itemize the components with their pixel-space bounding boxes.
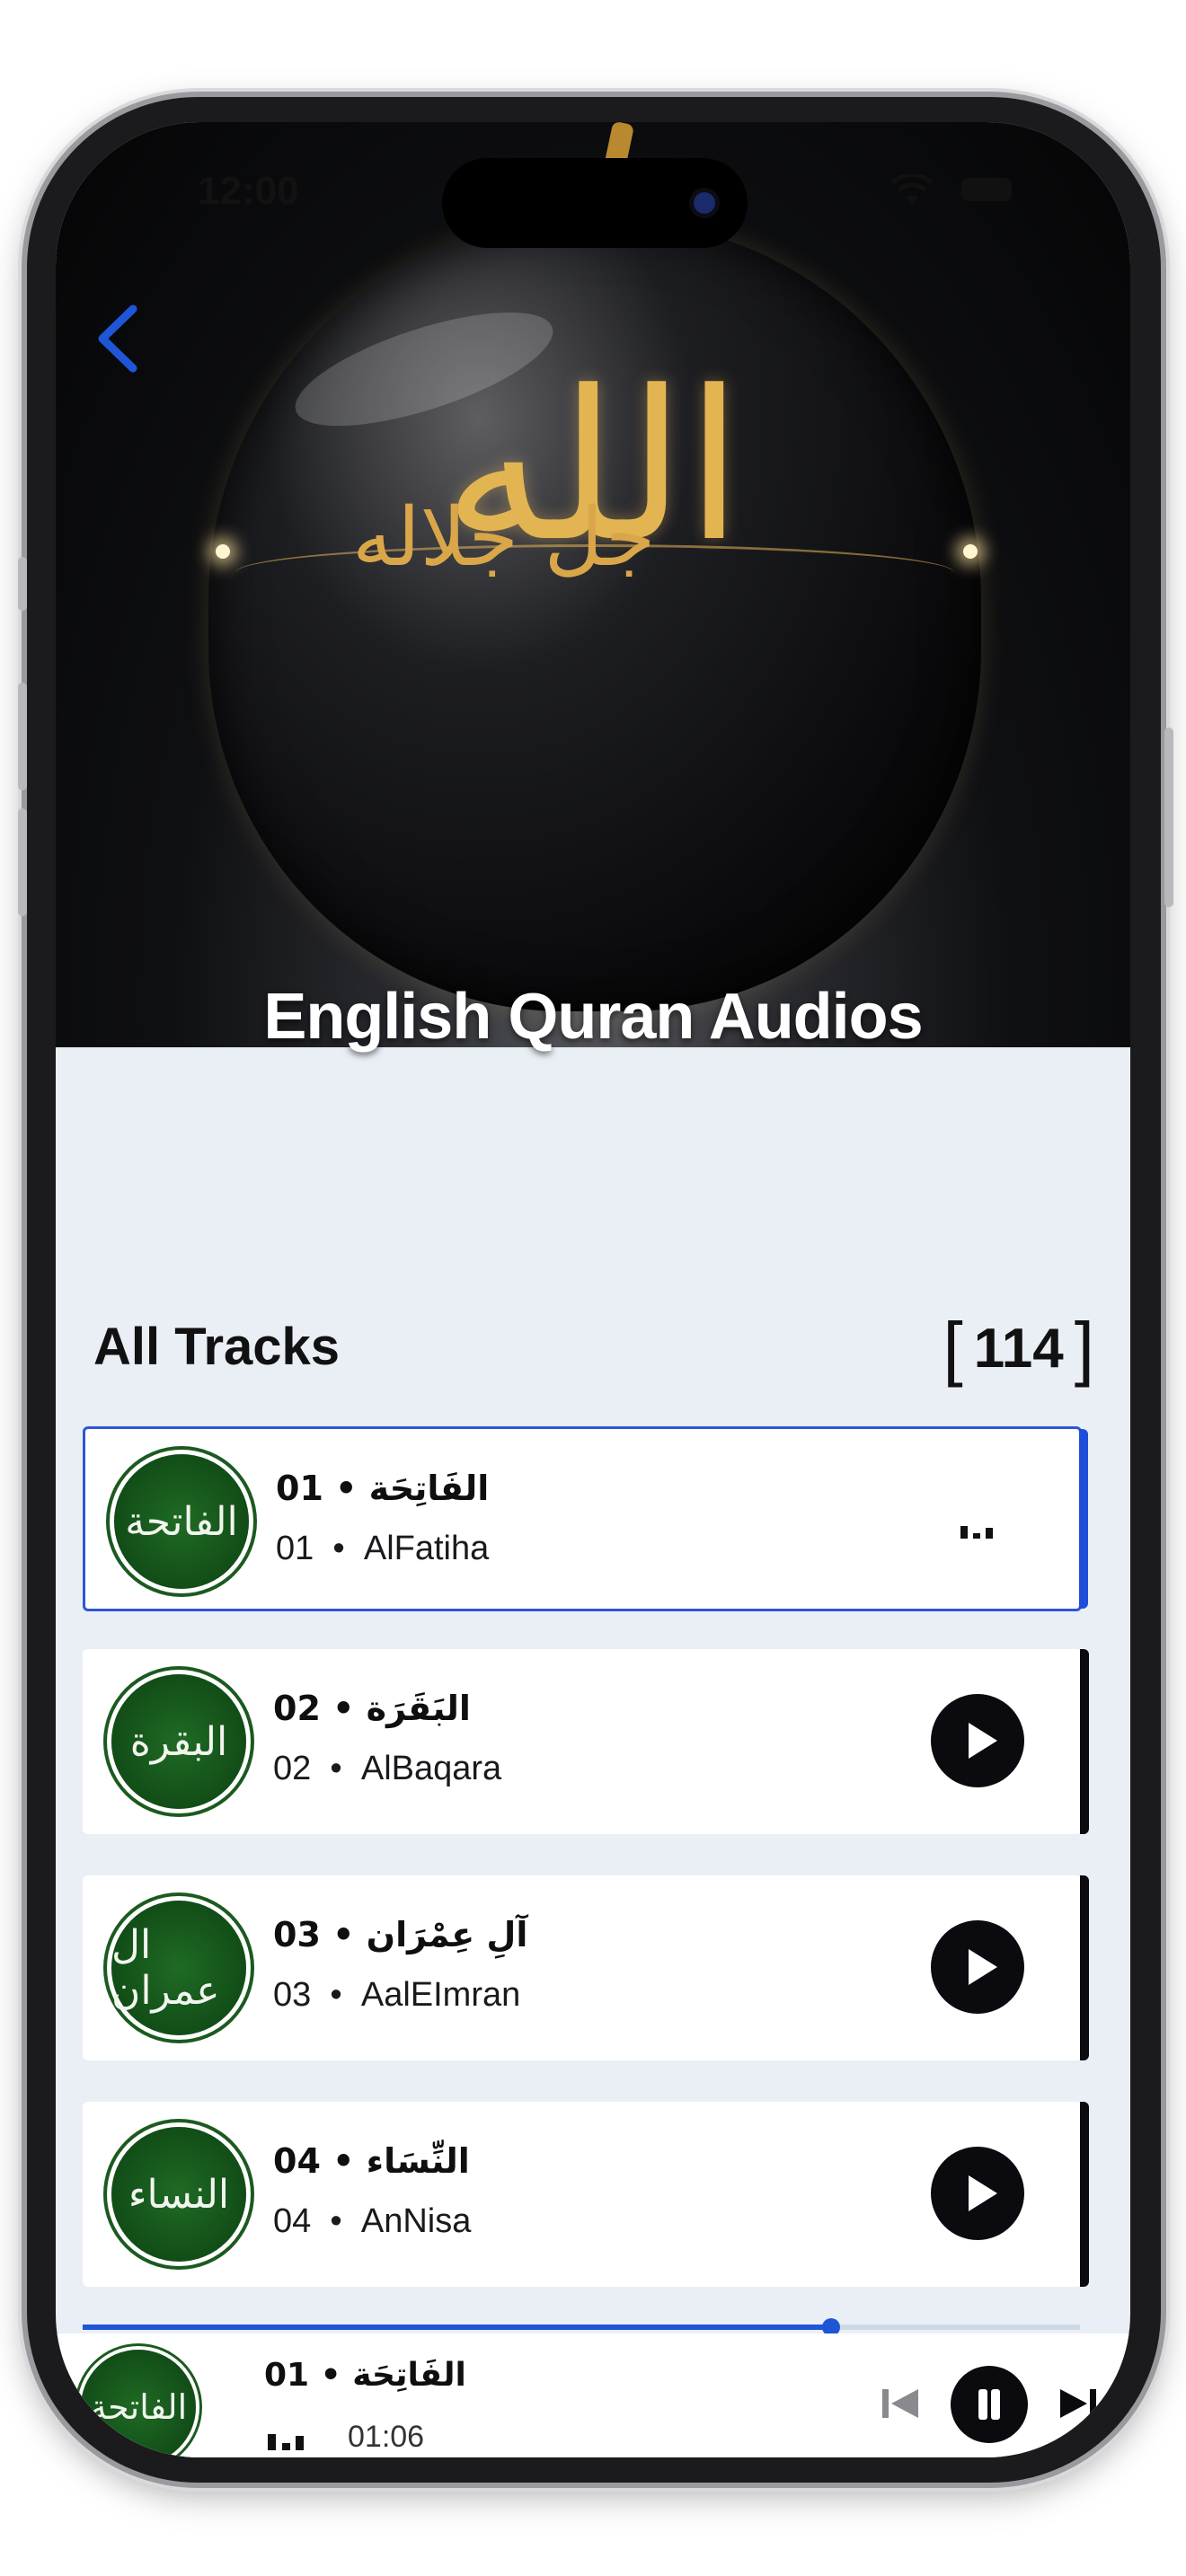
track-number: 02 (273, 1750, 312, 1787)
dynamic-island (442, 158, 748, 248)
separator: • (335, 1469, 358, 1508)
elapsed-time: 01:06 (348, 2420, 425, 2454)
track-count: [ 114 ] (943, 1312, 1095, 1384)
separator: • (332, 1915, 355, 1954)
track-arabic-name: الفَاتِحَة (368, 1469, 490, 1508)
status-time: 12:00 (198, 169, 299, 213)
phone-power-button (1164, 728, 1173, 907)
play-button[interactable] (931, 1920, 1024, 2014)
phone-volume-down (18, 808, 27, 916)
track-arabic-name: البَقَرَة (366, 1689, 471, 1728)
mini-player-badge: الفاتحة (81, 2350, 196, 2457)
app-screen: الله جل جلاله English Quran Audios 12:00… (56, 122, 1130, 2457)
track-number-bold: 04 (273, 2141, 321, 2181)
track-row[interactable]: الفاتحة الفَاتِحَة • 01 01 • AlFatiha (83, 1426, 1088, 1611)
track-arabic-name: آلِ عِمْرَان (366, 1915, 528, 1954)
equalizer-icon (960, 1526, 993, 1539)
section-title: All Tracks (93, 1318, 341, 1376)
separator: • (330, 1976, 342, 2014)
separator: • (332, 2141, 355, 2181)
track-number-bold: 01 (276, 1469, 323, 1508)
surah-badge: البقرة (111, 1674, 246, 1809)
mini-player-arabic: الفَاتِحَة (352, 2357, 466, 2394)
track-subtitle: 03 • AalEImran (273, 1976, 520, 2015)
track-accent-bar (1079, 1429, 1088, 1609)
sparkle-left (216, 544, 230, 559)
back-chevron-icon[interactable] (86, 298, 149, 379)
separator: • (320, 2357, 341, 2394)
hero-banner: الله جل جلاله English Quran Audios (56, 122, 1130, 1053)
mini-player-number: 01 (264, 2357, 310, 2394)
playback-progress-bar[interactable] (83, 2318, 1080, 2336)
sparkle-right (963, 544, 978, 559)
phone-side-button (18, 557, 27, 611)
page-title: English Quran Audios (263, 981, 923, 1053)
track-name: AlBaqara (360, 1750, 502, 1787)
track-row[interactable]: ال عمران آلِ عِمْرَان • 03 03 • AalEImra… (83, 1875, 1089, 2060)
track-arabic-title: الفَاتِحَة • 01 (276, 1469, 489, 1508)
battery-icon (961, 178, 1012, 201)
equalizer-icon (268, 2434, 304, 2450)
track-number: 04 (273, 2202, 312, 2240)
play-button[interactable] (931, 2147, 1024, 2240)
track-arabic-title: آلِ عِمْرَان • 03 (273, 1915, 527, 1954)
track-subtitle: 02 • AlBaqara (273, 1750, 501, 1788)
track-accent-bar (1080, 1649, 1089, 1834)
mini-player-title: 01 • الفَاتِحَة (264, 2357, 466, 2394)
playback-progress-fill (83, 2325, 831, 2330)
track-row[interactable]: البقرة البَقَرَة • 02 02 • AlBaqara (83, 1649, 1089, 1834)
hero-calligraphy-secondary: جل جلاله (352, 490, 656, 585)
track-subtitle: 01 • AlFatiha (276, 1530, 489, 1568)
track-number-bold: 02 (273, 1689, 321, 1728)
track-name: AalEImran (360, 1976, 521, 2014)
track-number: 03 (273, 1976, 312, 2014)
track-arabic-title: النِّسَاء • 04 (273, 2141, 470, 2181)
separator: • (330, 1750, 342, 1787)
wifi-icon (890, 174, 934, 205)
track-accent-bar (1080, 1875, 1089, 2060)
play-button[interactable] (931, 1694, 1024, 1787)
track-name: AnNisa (360, 2202, 472, 2240)
track-count-value: 114 (973, 1317, 1064, 1380)
track-arabic-title: البَقَرَة • 02 (273, 1689, 471, 1728)
hero-apple-image (208, 221, 981, 1011)
next-track-icon[interactable] (1057, 2384, 1100, 2423)
track-row[interactable]: النساء النِّسَاء • 04 04 • AnNisa (83, 2102, 1089, 2287)
track-accent-bar (1080, 2102, 1089, 2287)
bracket-left-icon: [ (943, 1308, 963, 1388)
surah-badge: النساء (111, 2127, 246, 2262)
camera-icon (694, 192, 715, 214)
bracket-right-icon: ] (1074, 1308, 1094, 1388)
surah-badge: الفاتحة (114, 1454, 249, 1589)
pause-button[interactable] (951, 2366, 1028, 2443)
track-number: 01 (276, 1530, 314, 1567)
separator: • (330, 2202, 342, 2240)
previous-track-icon[interactable] (879, 2384, 922, 2423)
phone-volume-up (18, 683, 27, 790)
separator: • (332, 1530, 345, 1567)
track-name: AlFatiha (363, 1530, 490, 1567)
track-arabic-name: النِّسَاء (366, 2141, 470, 2181)
mini-player: الفاتحة 01 • الفَاتِحَة 01:06 (56, 2333, 1130, 2457)
track-subtitle: 04 • AnNisa (273, 2202, 471, 2241)
track-number-bold: 03 (273, 1915, 321, 1954)
separator: • (332, 1689, 355, 1728)
surah-badge: ال عمران (111, 1901, 246, 2035)
